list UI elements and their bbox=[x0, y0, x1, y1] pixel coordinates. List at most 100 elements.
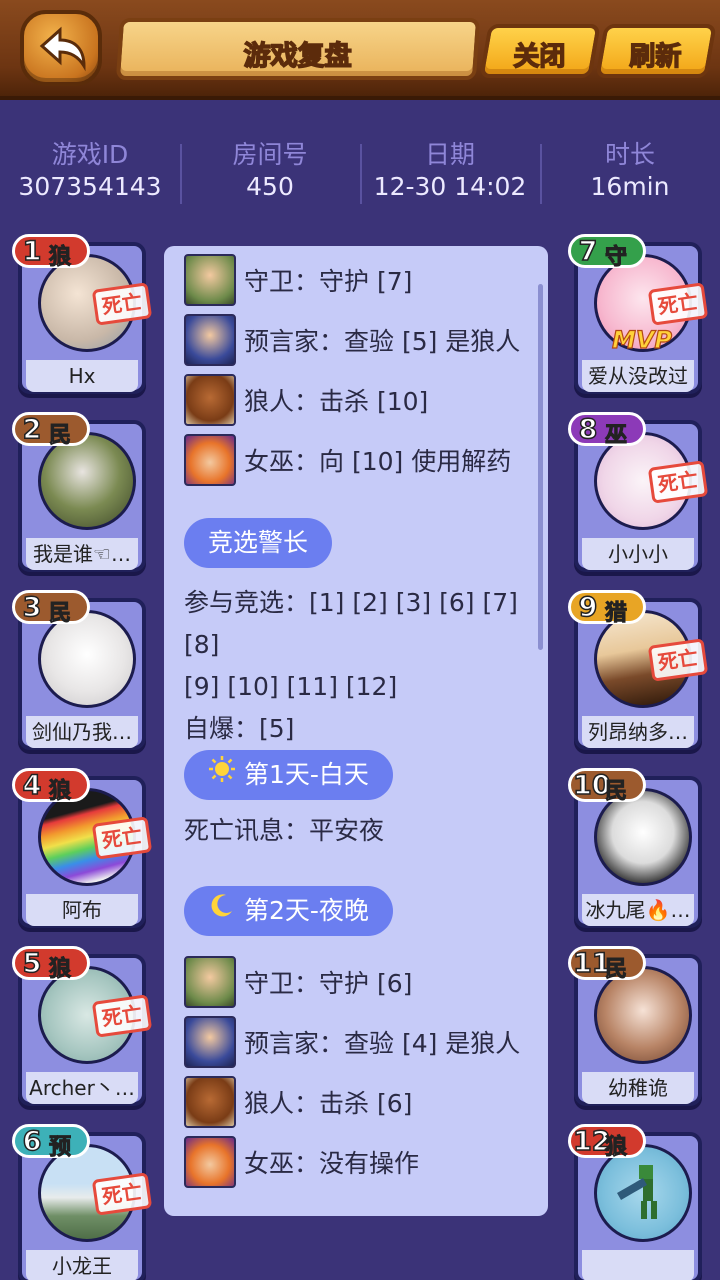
seat-number: 1 bbox=[22, 235, 42, 268]
seat-number: 11 bbox=[572, 947, 611, 980]
player-card-8[interactable]: 小小小 8 巫 死亡 bbox=[568, 412, 709, 580]
dead-stamp: 死亡 bbox=[91, 282, 153, 326]
seat-number: 7 bbox=[578, 235, 598, 268]
sheriff-candidates: 参与竞选：[1] [2] [3] [6] [7] [8] [9] [10] [1… bbox=[184, 582, 534, 750]
player-card-5[interactable]: Archer丶… 5 狼 死亡 bbox=[12, 946, 153, 1114]
player-name: 冰九尾🔥… bbox=[582, 894, 694, 926]
witch-icon bbox=[184, 434, 236, 486]
player-card-4[interactable]: 阿布 4 狼 死亡 bbox=[12, 768, 153, 936]
player-badge: 6 预 bbox=[12, 1124, 90, 1161]
log-row-werewolf: 狼人：击杀 [6] bbox=[184, 1076, 412, 1128]
pill-label: 竞选警长 bbox=[208, 528, 309, 557]
log-row-werewolf: 狼人：击杀 [10] bbox=[184, 374, 428, 426]
werewolf-icon bbox=[184, 374, 236, 426]
role-label: 狼 bbox=[604, 1135, 628, 1161]
log-row-guard: 守卫：守护 [7] bbox=[184, 254, 412, 306]
info-label: 游戏ID bbox=[51, 140, 129, 169]
guard-icon bbox=[184, 254, 236, 306]
log-scrollbar[interactable] bbox=[538, 284, 543, 650]
role-label: 守 bbox=[604, 245, 628, 271]
role-label: 民 bbox=[604, 779, 628, 805]
player-name: 爱从没改过 bbox=[582, 360, 694, 392]
info-label: 房间号 bbox=[232, 140, 308, 169]
refresh-button[interactable]: 刷新 bbox=[595, 24, 717, 78]
dead-stamp: 死亡 bbox=[647, 282, 709, 326]
player-card-1[interactable]: Hx 1 狼 死亡 bbox=[12, 234, 153, 402]
player-name bbox=[582, 1250, 694, 1280]
log-row-guard: 守卫：守护 [6] bbox=[184, 956, 412, 1008]
seat-number: 6 bbox=[22, 1125, 42, 1158]
info-date: 日期 12-30 14:02 bbox=[360, 138, 540, 208]
seat-number: 12 bbox=[572, 1125, 611, 1158]
moon-icon bbox=[208, 886, 236, 936]
seat-number: 4 bbox=[22, 769, 42, 802]
info-label: 日期 bbox=[424, 140, 475, 169]
info-value: 450 bbox=[246, 172, 294, 201]
role-label: 狼 bbox=[48, 957, 72, 983]
player-name: 剑仙乃我… bbox=[26, 716, 138, 748]
info-game-id: 游戏ID 307354143 bbox=[0, 138, 180, 208]
player-badge: 11 民 bbox=[568, 946, 646, 983]
candidates-line: 参与竞选：[1] [2] [3] [6] [7] [8] bbox=[184, 588, 518, 659]
dead-stamp: 死亡 bbox=[647, 638, 709, 682]
sun-icon bbox=[208, 750, 236, 800]
role-label: 猎 bbox=[604, 601, 628, 627]
dead-stamp: 死亡 bbox=[91, 1172, 153, 1216]
witch-icon bbox=[184, 1136, 236, 1188]
player-card-7[interactable]: 爱从没改过 7 守 死亡 MVP bbox=[568, 234, 709, 402]
seat-number: 10 bbox=[572, 769, 611, 802]
player-card-11[interactable]: 幼稚诡 11 民 bbox=[568, 946, 702, 1114]
log-row-witch: 女巫：向 [10] 使用解药 bbox=[184, 434, 511, 486]
role-label: 狼 bbox=[48, 779, 72, 805]
guard-icon bbox=[184, 956, 236, 1008]
close-button[interactable]: 关闭 bbox=[479, 24, 601, 78]
player-badge: 9 猎 bbox=[568, 590, 646, 627]
info-duration: 时长 16min bbox=[540, 138, 720, 208]
info-value: 12-30 14:02 bbox=[373, 172, 527, 201]
role-label: 狼 bbox=[48, 245, 72, 271]
player-card-10[interactable]: 冰九尾🔥… 10 民 bbox=[568, 768, 702, 936]
log-row-witch: 女巫：没有操作 bbox=[184, 1136, 419, 1188]
log-text: 守卫：守护 [6] bbox=[244, 969, 413, 998]
death-info: 死亡讯息：平安夜 bbox=[184, 816, 385, 845]
header-bar: 游戏复盘 关闭 刷新 bbox=[0, 0, 720, 100]
player-name: 阿布 bbox=[26, 894, 138, 926]
werewolf-icon bbox=[184, 1076, 236, 1128]
player-name: 列昂纳多… bbox=[582, 716, 694, 748]
role-label: 民 bbox=[48, 601, 72, 627]
player-card-12[interactable]: 12 狼 bbox=[568, 1124, 702, 1280]
log-text: 狼人：击杀 [10] bbox=[244, 387, 429, 416]
player-badge: 1 狼 bbox=[12, 234, 90, 271]
dead-stamp: 死亡 bbox=[91, 994, 153, 1038]
player-card-6[interactable]: 小龙王 6 预 死亡 bbox=[12, 1124, 153, 1280]
dead-stamp: 死亡 bbox=[91, 816, 153, 860]
player-card-3[interactable]: 剑仙乃我… 3 民 bbox=[12, 590, 146, 758]
seer-icon bbox=[184, 314, 236, 366]
role-label: 民 bbox=[604, 957, 628, 983]
seat-number: 2 bbox=[22, 413, 42, 446]
candidates-line: [9] [10] [11] [12] bbox=[184, 672, 398, 701]
player-name: 我是谁☜… bbox=[26, 538, 138, 570]
player-name: 小小小 bbox=[582, 538, 694, 570]
back-button[interactable] bbox=[20, 10, 102, 86]
log-row-seer: 预言家：查验 [5] 是狼人 bbox=[184, 314, 520, 366]
refresh-button-label: 刷新 bbox=[629, 41, 683, 73]
sheriff-election-tag: 竞选警长 bbox=[184, 518, 333, 568]
player-badge: 10 民 bbox=[568, 768, 646, 805]
player-name: Hx bbox=[26, 360, 138, 392]
role-label: 预 bbox=[48, 1135, 72, 1161]
game-log-panel[interactable]: 守卫：守护 [7] 预言家：查验 [5] 是狼人 狼人：击杀 [10] 女巫：向… bbox=[164, 246, 548, 1216]
seat-number: 5 bbox=[22, 947, 42, 980]
page-title-banner: 游戏复盘 bbox=[115, 18, 481, 80]
info-label: 时长 bbox=[604, 140, 655, 169]
player-card-2[interactable]: 我是谁☜… 2 民 bbox=[12, 412, 146, 580]
player-badge: 12 狼 bbox=[568, 1124, 646, 1161]
player-card-9[interactable]: 列昂纳多… 9 猎 死亡 bbox=[568, 590, 709, 758]
seat-number: 8 bbox=[578, 413, 598, 446]
player-name: 幼稚诡 bbox=[582, 1072, 694, 1104]
player-badge: 4 狼 bbox=[12, 768, 90, 805]
pill-label: 第1天-白天 bbox=[244, 760, 369, 789]
dead-stamp: 死亡 bbox=[647, 460, 709, 504]
player-badge: 5 狼 bbox=[12, 946, 90, 983]
role-label: 巫 bbox=[604, 423, 628, 449]
